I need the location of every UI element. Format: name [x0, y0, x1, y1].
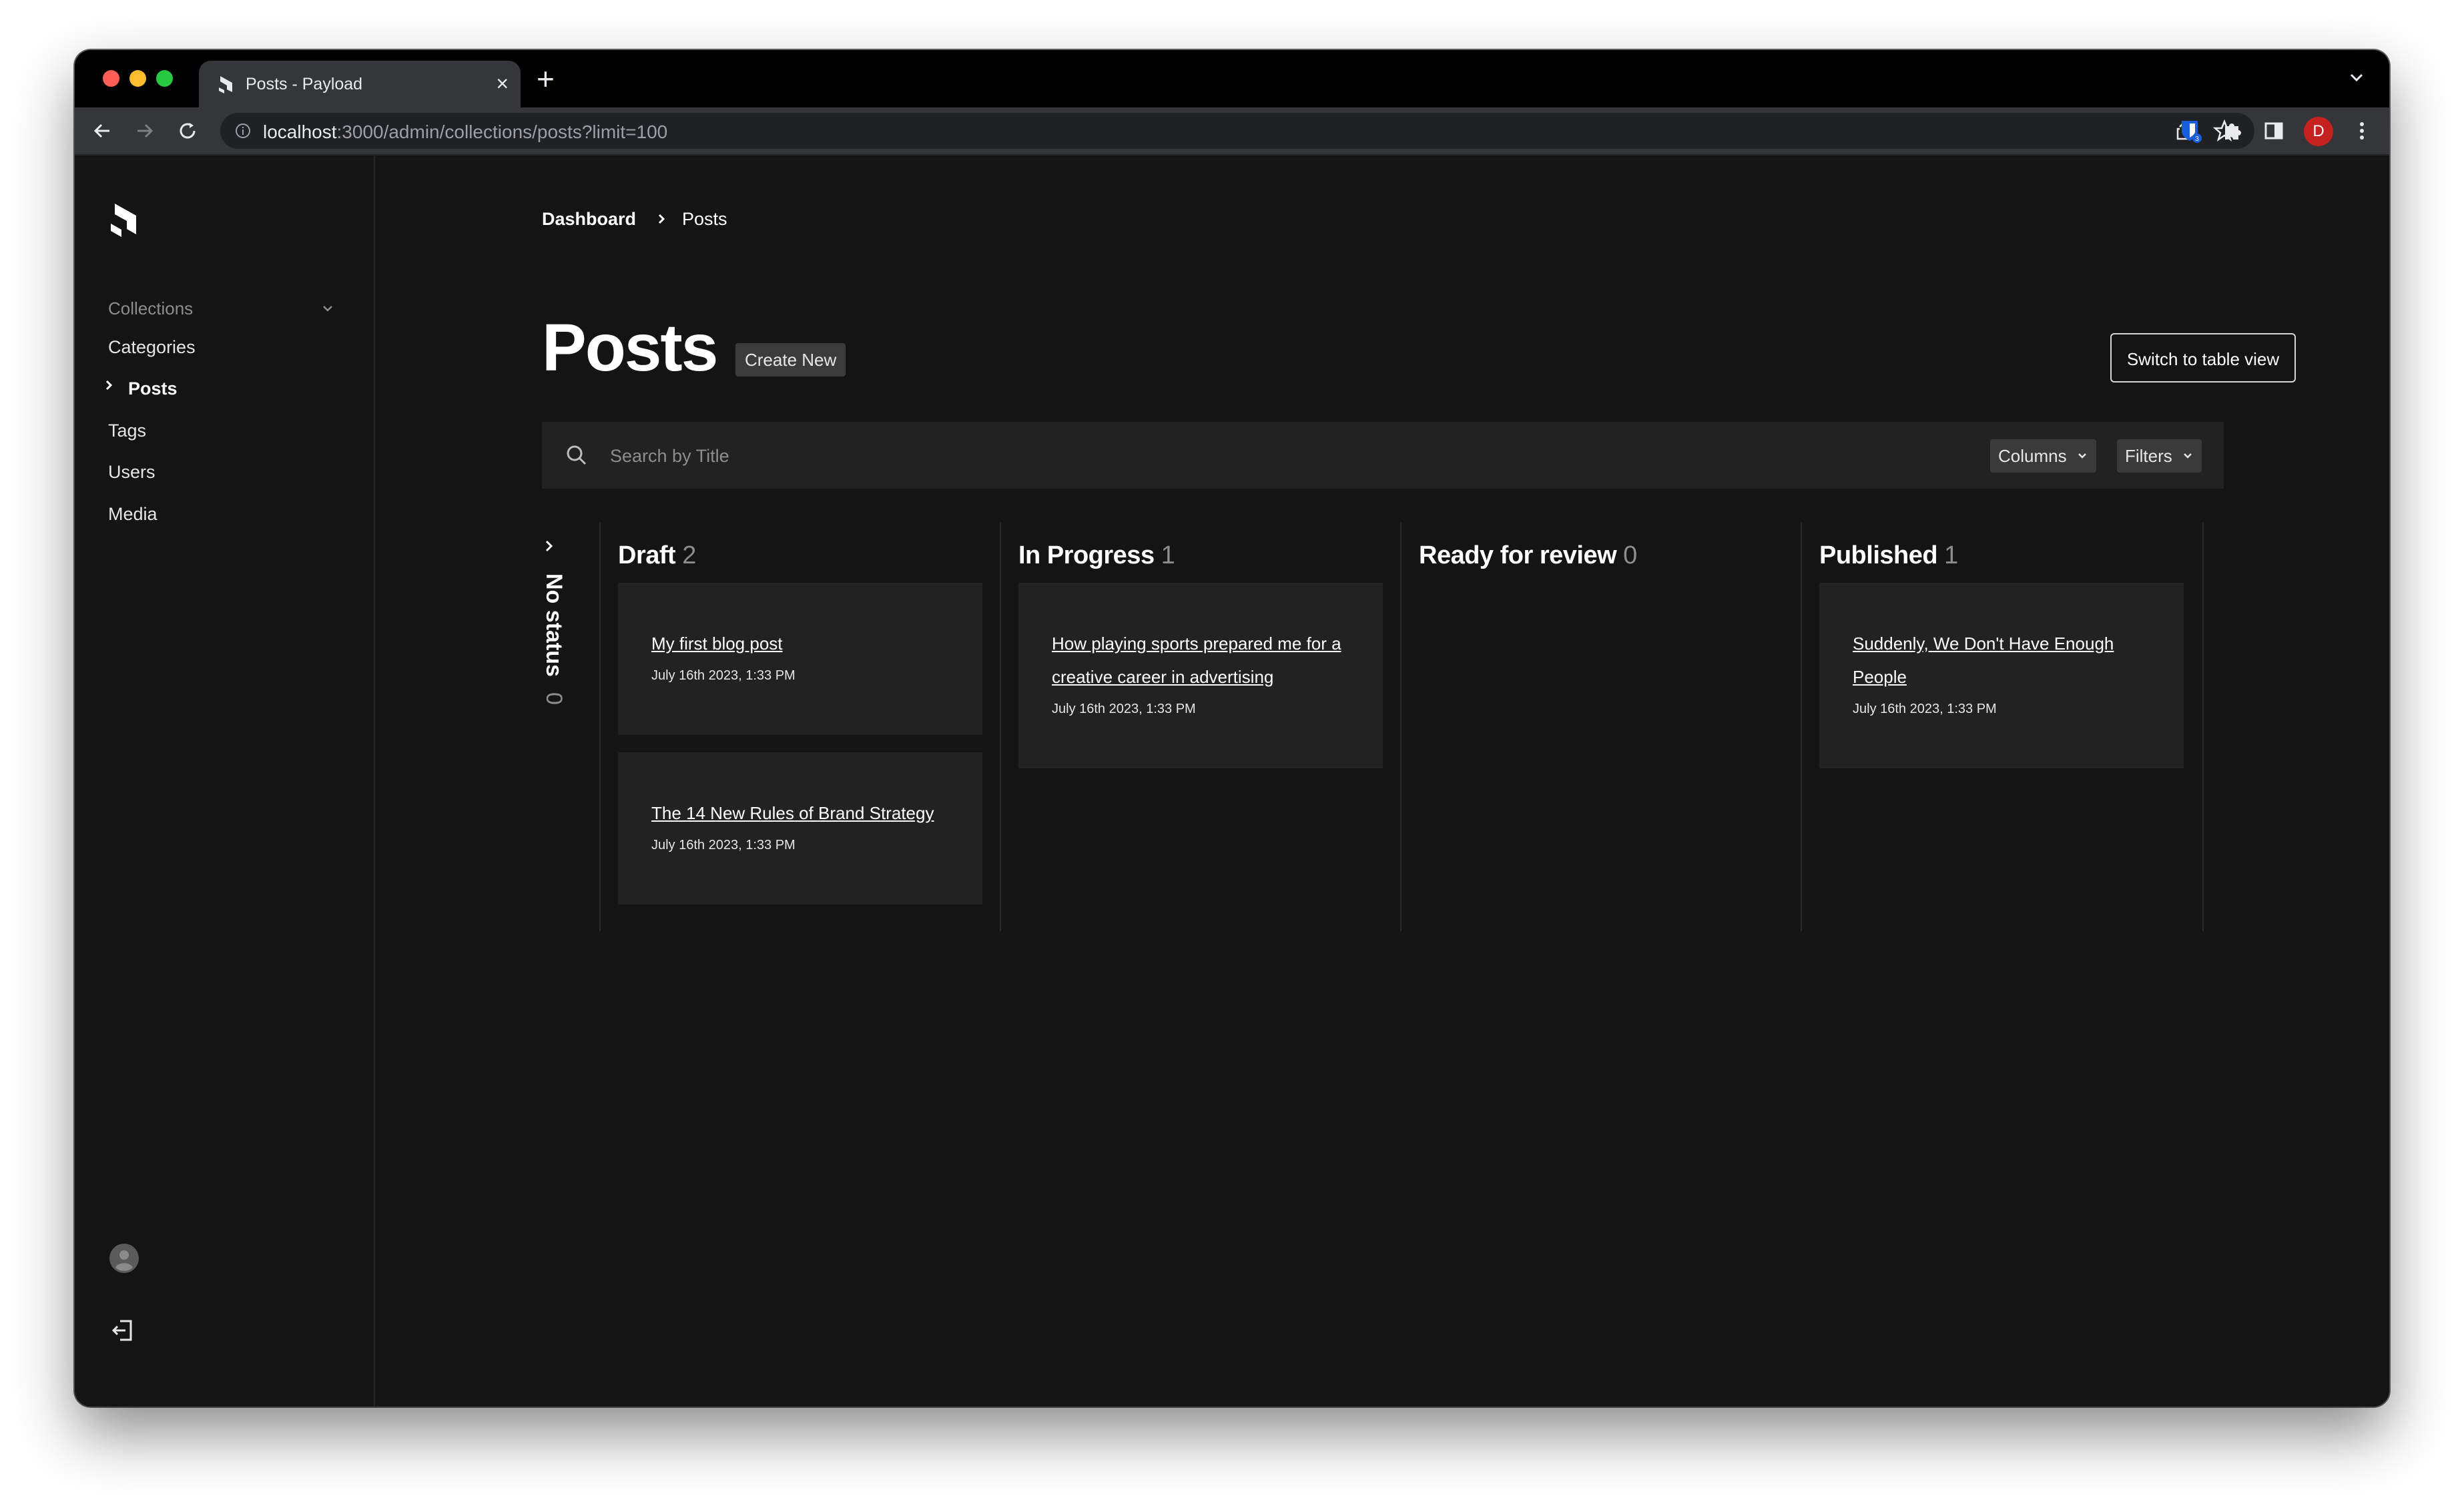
browser-window: Posts - Payload × + localhost:3000/admin… — [75, 50, 2389, 1407]
chevron-right-icon — [105, 380, 113, 391]
post-title-link[interactable]: The 14 New Rules of Brand Strategy — [651, 796, 958, 830]
no-status-count: 0 — [541, 692, 567, 706]
url-text[interactable]: localhost:3000/admin/collections/posts?l… — [263, 121, 667, 143]
sidebar-item-users[interactable]: Users — [108, 462, 156, 483]
create-new-button[interactable]: Create New — [735, 343, 846, 376]
sidebar: Collections Categories Posts Tags Users … — [75, 156, 375, 1407]
logout-icon[interactable] — [109, 1317, 136, 1344]
account-avatar-icon[interactable] — [109, 1244, 139, 1273]
more-menu-icon[interactable] — [2349, 118, 2375, 144]
maximize-window-button[interactable] — [156, 70, 173, 87]
sidebar-item-tags[interactable]: Tags — [108, 421, 146, 441]
chevron-down-icon — [2078, 453, 2086, 459]
post-date: July 16th 2023, 1:33 PM — [1052, 702, 1196, 716]
new-tab-button[interactable]: + — [537, 62, 555, 95]
extension-badge: 3 — [2195, 136, 2199, 143]
sidebar-item-media[interactable]: Media — [108, 504, 158, 525]
sidebar-item-posts[interactable]: Posts — [128, 379, 178, 399]
kanban-column-published: Published 1 Suddenly, We Don't Have Enoug… — [1801, 523, 2204, 931]
minimize-window-button[interactable] — [129, 70, 146, 87]
column-header: Draft 2 — [618, 541, 696, 570]
column-count: 1 — [1944, 541, 1958, 569]
kanban-column-draft: Draft 2 My first blog post July 16th 2023… — [599, 523, 1001, 931]
forward-arrow-icon[interactable] — [132, 118, 158, 144]
tab-search-chevron-icon[interactable] — [2347, 67, 2367, 87]
columns-label: Columns — [1998, 446, 2067, 466]
filters-label: Filters — [2125, 446, 2172, 466]
post-card[interactable]: My first blog post July 16th 2023, 1:33 … — [618, 583, 982, 735]
reload-icon[interactable] — [175, 118, 200, 144]
browser-tab[interactable]: Posts - Payload × — [199, 61, 521, 107]
column-count: 0 — [1623, 541, 1637, 569]
extensions-puzzle-icon[interactable] — [2220, 118, 2245, 144]
no-status-column-toggle[interactable]: No status 0 — [541, 529, 582, 716]
column-title: In Progress — [1018, 541, 1155, 569]
breadcrumb-current: Posts — [682, 209, 727, 229]
column-title: Published — [1819, 541, 1938, 569]
collections-label: Collections — [108, 298, 194, 318]
admin-app: Collections Categories Posts Tags Users … — [75, 156, 2389, 1407]
tab-title: Posts - Payload — [246, 75, 363, 93]
post-title-link[interactable]: How playing sports prepared me for a cre… — [1052, 627, 1359, 694]
post-date: July 16th 2023, 1:33 PM — [651, 838, 796, 852]
post-card[interactable]: The 14 New Rules of Brand Strategy July … — [618, 752, 982, 905]
column-title: Ready for review — [1419, 541, 1617, 569]
post-date: July 16th 2023, 1:33 PM — [651, 668, 796, 683]
post-card[interactable]: Suddenly, We Don't Have Enough People Ju… — [1819, 583, 2184, 768]
side-panel-icon[interactable] — [2261, 118, 2286, 144]
post-date: July 16th 2023, 1:33 PM — [1853, 702, 1997, 716]
column-header: Ready for review 0 — [1419, 541, 1637, 570]
payload-logo-icon — [219, 76, 232, 93]
filters-button[interactable]: Filters — [2117, 439, 2202, 473]
close-window-button[interactable] — [103, 70, 119, 87]
kanban-column-in-progress: In Progress 1 How playing sports prepared… — [1000, 523, 1402, 931]
search-input[interactable] — [609, 441, 1879, 471]
url-host: localhost — [263, 121, 337, 142]
breadcrumb: Dashboard Posts — [542, 209, 727, 230]
payload-logo-icon[interactable] — [108, 202, 140, 238]
browser-toolbar: localhost:3000/admin/collections/posts?l… — [75, 107, 2389, 156]
sidebar-item-categories[interactable]: Categories — [108, 337, 196, 358]
chevron-right-icon — [545, 540, 553, 552]
list-controls: Columns Filters — [542, 422, 2224, 489]
post-title-link[interactable]: Suddenly, We Don't Have Enough People — [1853, 627, 2160, 694]
column-title: Draft — [618, 541, 676, 569]
no-status-label: No status 0 — [541, 573, 567, 705]
close-tab-icon[interactable]: × — [496, 71, 509, 95]
kanban-column-ready-for-review: Ready for review 0 — [1400, 523, 1802, 931]
site-info-icon[interactable] — [235, 123, 251, 139]
search-icon — [567, 445, 587, 465]
chevron-down-icon — [2183, 453, 2192, 459]
post-card[interactable]: How playing sports prepared me for a cre… — [1018, 583, 1383, 768]
chevron-down-icon — [323, 306, 332, 312]
no-status-title: No status — [541, 573, 567, 677]
main-content: Dashboard Posts Posts Create New Switch … — [375, 156, 2389, 1407]
post-title-link[interactable]: My first blog post — [651, 627, 958, 660]
bitwarden-extension-icon[interactable]: 3 — [2177, 118, 2202, 144]
switch-to-table-view-button[interactable]: Switch to table view — [2110, 333, 2296, 383]
back-arrow-icon[interactable] — [89, 118, 115, 144]
column-count: 2 — [682, 541, 696, 569]
url-path: :3000/admin/collections/posts?limit=100 — [336, 121, 668, 142]
columns-button[interactable]: Columns — [1990, 439, 2096, 473]
profile-avatar[interactable]: D — [2304, 117, 2333, 146]
chevron-right-icon — [658, 214, 665, 224]
column-count: 1 — [1161, 541, 1175, 569]
column-header: Published 1 — [1819, 541, 1958, 570]
tab-strip: Posts - Payload × + — [75, 50, 2389, 107]
breadcrumb-dashboard-link[interactable]: Dashboard — [542, 209, 636, 229]
column-header: In Progress 1 — [1018, 541, 1175, 570]
address-bar[interactable]: localhost:3000/admin/collections/posts?l… — [220, 113, 2254, 149]
page-title: Posts — [542, 310, 718, 385]
